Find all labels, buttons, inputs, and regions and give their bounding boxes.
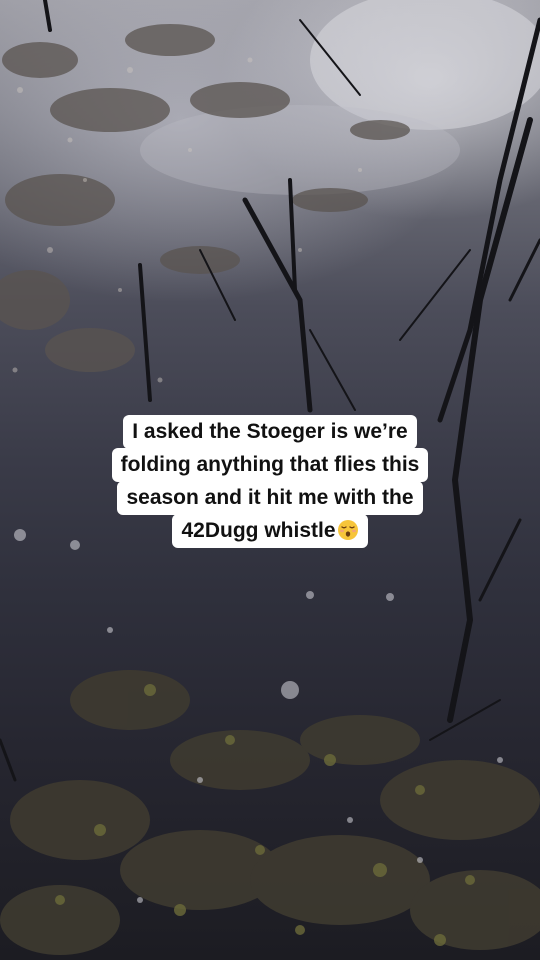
caption-line-1: I asked the Stoeger is we’re: [123, 415, 417, 449]
caption-line-2: folding anything that flies this: [111, 448, 429, 482]
caption-line-4-text: 42Dugg whistle: [181, 519, 336, 542]
caption-line-3: season and it hit me with the: [117, 481, 423, 515]
caption-overlay: I asked the Stoeger is we’re folding any…: [0, 415, 540, 548]
caption-line-4: 42Dugg whistle: [172, 514, 368, 548]
face-exhaling-emoji-icon: [337, 520, 358, 540]
